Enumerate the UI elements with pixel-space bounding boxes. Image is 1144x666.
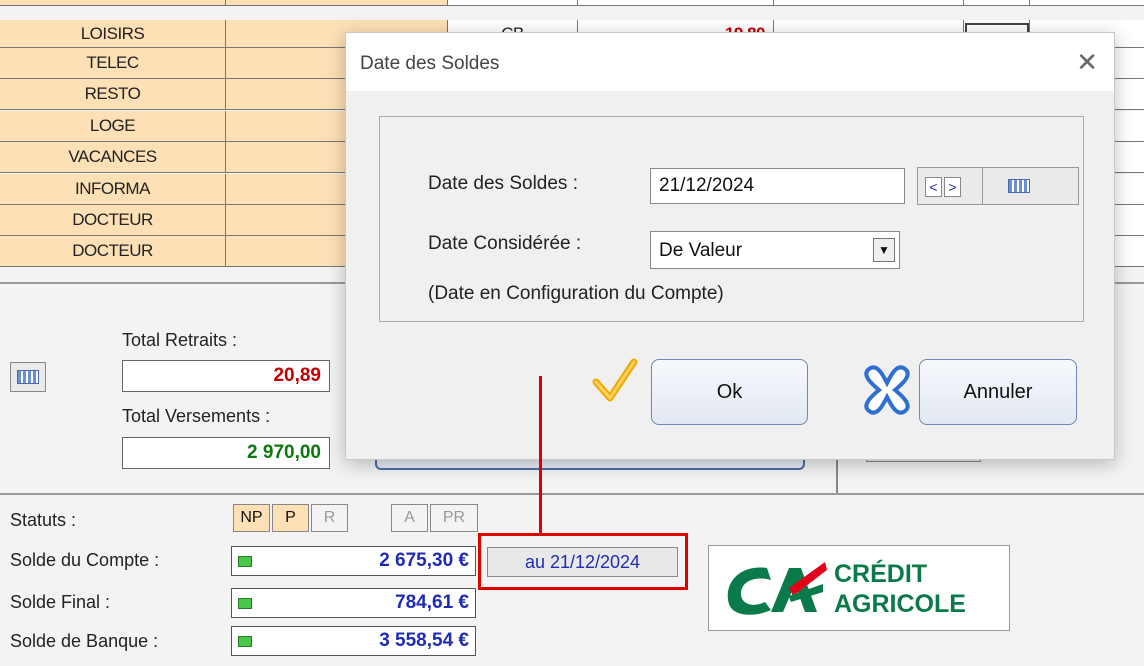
category-cell[interactable]: DOCTEUR — [0, 205, 226, 235]
ca-logo-mark-icon — [727, 562, 827, 615]
date-consideree-select[interactable]: De Valeur ▼ — [650, 231, 900, 269]
status-led-icon — [238, 635, 252, 647]
category-cell[interactable]: INFORMA — [0, 173, 226, 204]
divider — [0, 493, 1144, 495]
solde-banque-field: 3 558,54 € — [231, 626, 476, 656]
solde-final-label: Solde Final : — [10, 592, 111, 612]
solde-compte-label: Solde du Compte : — [10, 550, 160, 570]
credit-agricole-logo: CRÉDIT AGRICOLE — [708, 545, 1010, 631]
solde-compte-field: 2 675,30 € — [231, 546, 476, 576]
date-soldes-input[interactable]: 21/12/2024 — [650, 168, 905, 204]
total-retraits-value: 20,89 — [122, 360, 330, 392]
next-date-button[interactable]: > — [944, 177, 961, 197]
category-cell[interactable]: LOGE — [0, 110, 226, 141]
checkmark-icon — [592, 358, 638, 402]
date-options-group: Date des Soldes : 21/12/2024 < > Date Co… — [379, 116, 1084, 322]
dialog-title: Date des Soldes — [360, 53, 500, 74]
date-soldes-label: Date des Soldes : — [428, 173, 578, 194]
annotation-line — [539, 376, 542, 534]
status-led-icon — [238, 555, 252, 567]
status-led-icon — [238, 597, 252, 609]
chevron-down-icon[interactable]: ▼ — [873, 238, 895, 262]
calendar-icon — [17, 370, 39, 384]
status-r-button[interactable]: R — [311, 504, 348, 532]
calendar-button[interactable] — [10, 362, 46, 392]
date-nav-box: < > — [917, 167, 1079, 205]
category-cell[interactable]: LOISIRS — [0, 20, 226, 47]
solde-compte-value: 2 675,30 € — [379, 550, 469, 571]
category-cell[interactable]: VACANCES — [0, 142, 226, 173]
date-consideree-value: De Valeur — [659, 240, 743, 261]
cancel-x-icon — [864, 365, 910, 415]
dialog-titlebar: Date des Soldes — [346, 33, 1114, 91]
status-pr-button[interactable]: PR — [430, 504, 478, 532]
solde-final-field: 784,61 € — [231, 588, 476, 618]
close-icon[interactable]: ✕ — [1076, 47, 1098, 78]
statuts-label: Statuts : — [10, 510, 77, 530]
logo-text-line2: AGRICOLE — [834, 590, 966, 618]
date-des-soldes-dialog: Date des Soldes ✕ Date des Soldes : 21/1… — [345, 32, 1115, 460]
date-config-note: (Date en Configuration du Compte) — [428, 283, 724, 304]
total-versements-label: Total Versements : — [122, 406, 271, 426]
status-a-button[interactable]: A — [391, 504, 428, 532]
calendar-button[interactable] — [1008, 179, 1030, 193]
status-p-button[interactable]: P — [272, 504, 309, 532]
category-cell[interactable]: DOCTEUR — [0, 236, 226, 267]
calendar-icon — [1008, 179, 1030, 193]
category-cell[interactable]: RESTO — [0, 79, 226, 110]
date-consideree-label: Date Considérée : — [428, 233, 582, 254]
table-row-top-partial — [0, 0, 1144, 6]
total-retraits-label: Total Retraits : — [122, 330, 238, 350]
logo-text-line1: CRÉDIT — [834, 560, 928, 588]
solde-final-value: 784,61 € — [395, 592, 469, 613]
ok-button[interactable]: Ok — [651, 359, 808, 425]
total-versements-value: 2 970,00 — [122, 437, 330, 469]
annuler-button[interactable]: Annuler — [919, 359, 1077, 425]
solde-banque-label: Solde de Banque : — [10, 631, 159, 651]
annotation-highlight-box — [478, 533, 688, 590]
solde-banque-value: 3 558,54 € — [379, 630, 469, 651]
previous-date-button[interactable]: < — [925, 177, 942, 197]
category-cell[interactable]: TELEC — [0, 48, 226, 78]
status-np-button[interactable]: NP — [233, 504, 270, 532]
